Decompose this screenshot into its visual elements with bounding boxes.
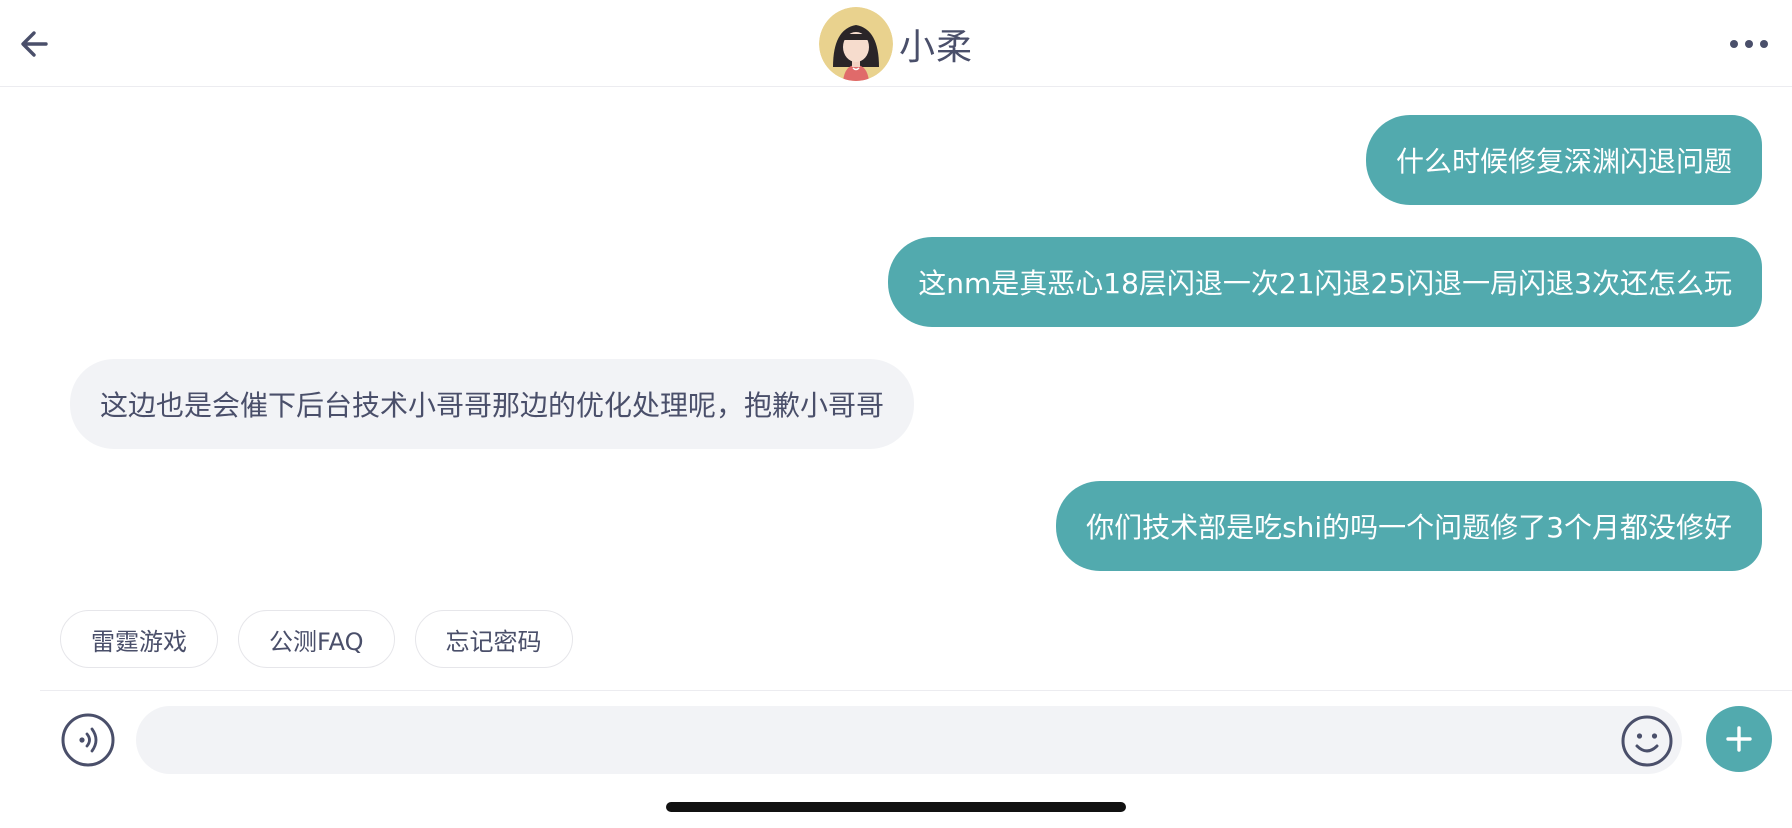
message-text: 这边也是会催下后台技术小哥哥那边的优化处理呢，抱歉小哥哥 — [100, 389, 885, 422]
quick-reply-chip[interactable]: 忘记密码 — [414, 610, 573, 668]
chat-header: 小柔 — [0, 6, 1792, 82]
plus-icon — [1726, 726, 1752, 752]
composer — [0, 700, 1792, 780]
voice-button[interactable] — [60, 712, 116, 768]
quick-reply-chip[interactable]: 公测FAQ — [238, 610, 395, 668]
divider — [40, 690, 1792, 691]
more-actions-button[interactable] — [1706, 706, 1772, 772]
top-bar: 小柔 — [0, 0, 1792, 87]
message-list[interactable]: 什么时候修复深渊闪退问题 这nm是真恶心18层闪退一次21闪退25闪退一局闪退3… — [0, 86, 1792, 606]
more-options-button[interactable] — [1726, 26, 1772, 62]
outgoing-message[interactable]: 什么时候修复深渊闪退问题 — [1365, 115, 1762, 205]
girl-avatar-icon — [818, 7, 893, 81]
message-input[interactable] — [136, 706, 1682, 774]
voice-wave-icon — [61, 713, 115, 767]
ellipsis-icon — [1730, 40, 1768, 48]
emoji-button[interactable] — [1620, 714, 1674, 768]
outgoing-message[interactable]: 这nm是真恶心18层闪退一次21闪退25闪退一局闪退3次还怎么玩 — [888, 237, 1762, 327]
quick-reply-chip[interactable]: 雷霆游戏 — [60, 610, 218, 668]
smiley-icon — [1621, 715, 1673, 767]
message-text: 这nm是真恶心18层闪退一次21闪退25闪退一局闪退3次还怎么玩 — [918, 267, 1732, 300]
avatar[interactable] — [818, 7, 893, 81]
quick-replies: 雷霆游戏 公测FAQ 忘记密码 — [60, 610, 573, 668]
chat-title: 小柔 — [898, 27, 973, 68]
home-indicator[interactable] — [666, 802, 1126, 812]
message-text: 你们技术部是吃shi的吗一个问题修了3个月都没修好 — [1086, 511, 1732, 544]
outgoing-message[interactable]: 你们技术部是吃shi的吗一个问题修了3个月都没修好 — [1056, 481, 1762, 571]
incoming-message[interactable]: 这边也是会催下后台技术小哥哥那边的优化处理呢，抱歉小哥哥 — [70, 359, 915, 449]
message-text: 什么时候修复深渊闪退问题 — [1395, 145, 1732, 178]
